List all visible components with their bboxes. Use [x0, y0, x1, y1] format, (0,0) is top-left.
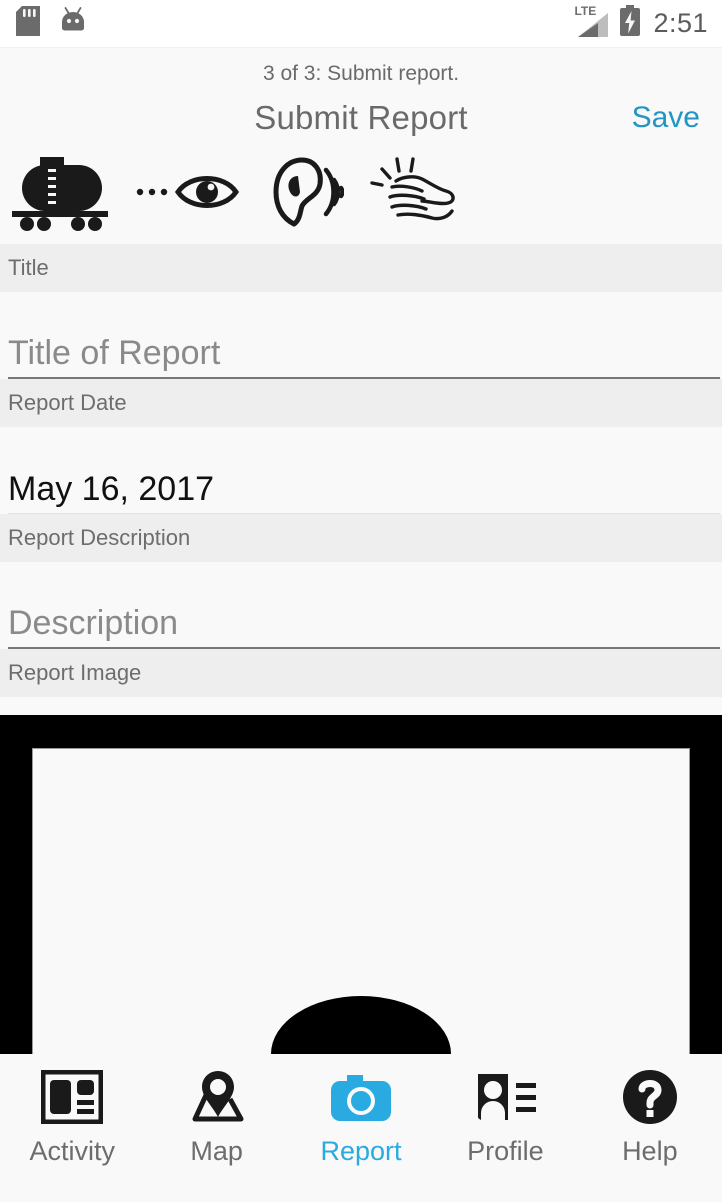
nav-label-report: Report	[320, 1136, 402, 1166]
report-date-value: May 16, 2017	[8, 470, 215, 508]
report-image-preview[interactable]	[0, 715, 722, 1054]
map-pin-icon	[185, 1066, 249, 1128]
nav-label-activity: Activity	[29, 1136, 115, 1166]
nav-item-profile[interactable]: Profile	[433, 1066, 577, 1167]
report-description-placeholder: Description	[8, 604, 179, 642]
save-button[interactable]: Save	[632, 101, 700, 135]
section-label-report-image: Report Image	[0, 649, 722, 697]
status-bar: LTE 2:51	[0, 0, 722, 48]
report-image-spacer	[0, 697, 722, 715]
nav-item-map[interactable]: Map	[144, 1066, 288, 1167]
report-image-frame[interactable]	[32, 748, 690, 1054]
id-card-icon	[472, 1066, 538, 1128]
nav-item-activity[interactable]: Activity	[0, 1066, 144, 1167]
report-date-field-wrap: May 16, 2017	[0, 427, 722, 514]
sense-icon-row	[0, 144, 722, 244]
battery-charging-icon	[619, 5, 641, 42]
eye-see-icon	[134, 164, 240, 225]
question-mark-circle-icon	[621, 1066, 679, 1128]
hands-feel-icon	[366, 155, 462, 234]
title-row: Submit Report Save	[0, 92, 722, 144]
app-screen: LTE 2:51 3 of 3: Submit report. Submit R…	[0, 0, 722, 1202]
nav-label-help: Help	[622, 1136, 678, 1166]
activity-article-icon	[41, 1066, 104, 1128]
nav-item-help[interactable]: Help	[578, 1066, 722, 1167]
section-label-report-description: Report Description	[0, 514, 722, 562]
report-description-input[interactable]: Description	[8, 562, 720, 649]
nav-item-report[interactable]: Report	[289, 1066, 433, 1167]
camera-icon	[329, 1066, 393, 1128]
android-robot-icon	[58, 6, 88, 41]
section-label-report-date: Report Date	[0, 379, 722, 427]
nav-label-map: Map	[190, 1136, 243, 1166]
status-bar-right-icons: LTE 2:51	[574, 5, 708, 42]
signal-bars-icon: LTE	[574, 5, 610, 39]
report-form: Title Title of Report Report Date May 16…	[0, 244, 722, 715]
lte-label: LTE	[574, 3, 597, 18]
bottom-navigation-bar: Activity Map Report Profile Help	[0, 1054, 722, 1202]
ear-hear-icon	[262, 156, 345, 233]
report-date-input[interactable]: May 16, 2017	[8, 427, 720, 514]
title-input-placeholder: Title of Report	[8, 334, 221, 372]
page-header: 3 of 3: Submit report. Submit Report Sav…	[0, 48, 722, 144]
tank-car-icon	[8, 153, 112, 236]
page-title: Submit Report	[254, 99, 468, 136]
report-description-field-wrap: Description	[0, 562, 722, 649]
sd-card-icon	[16, 6, 40, 41]
nav-label-profile: Profile	[467, 1136, 544, 1166]
section-label-title: Title	[0, 244, 722, 292]
status-bar-left-icons	[16, 6, 88, 41]
report-image-arc-shape	[271, 996, 451, 1054]
step-indicator: 3 of 3: Submit report.	[262, 62, 460, 85]
status-clock: 2:51	[653, 8, 708, 38]
title-input[interactable]: Title of Report	[8, 292, 720, 379]
title-field-wrap: Title of Report	[0, 292, 722, 379]
